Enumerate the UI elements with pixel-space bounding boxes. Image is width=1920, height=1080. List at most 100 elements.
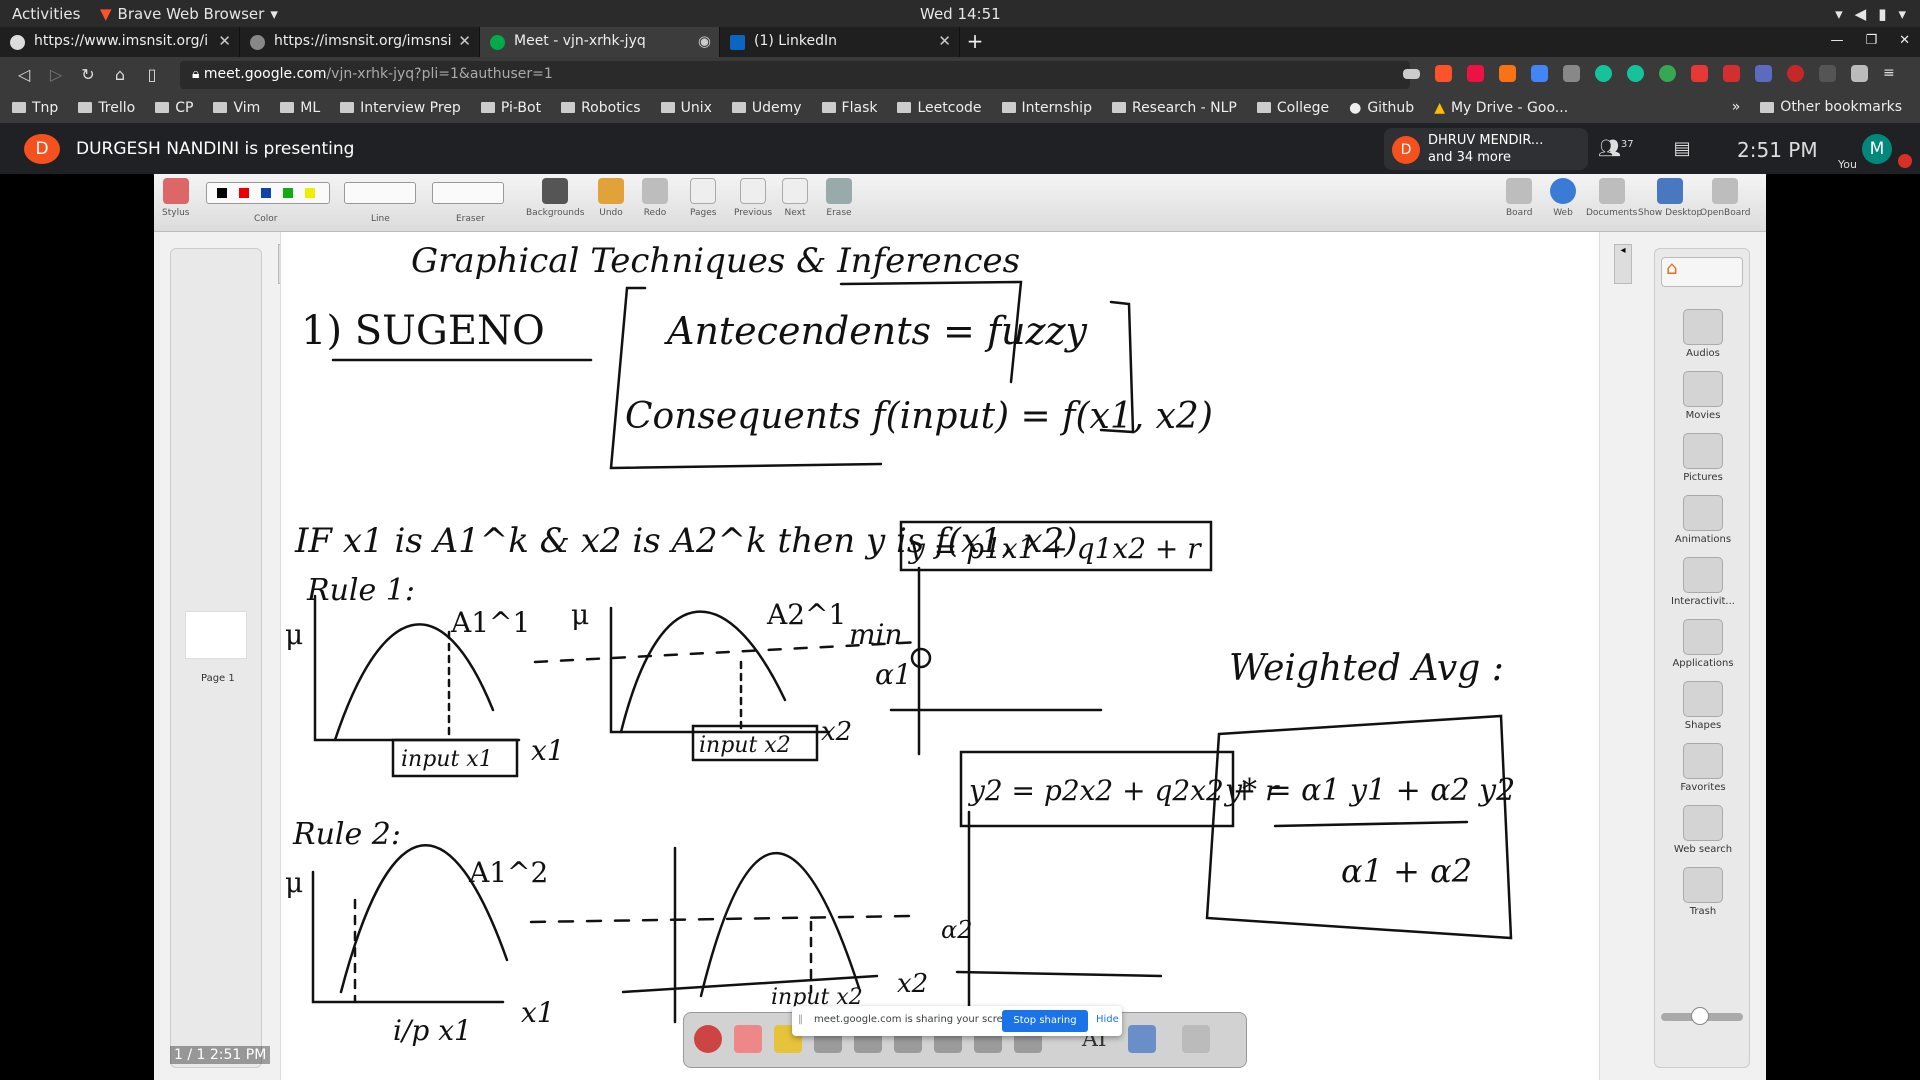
more-bookmarks-button[interactable]: » [1732,99,1741,115]
line-width-picker[interactable] [344,182,416,204]
activities-button[interactable]: Activities [12,5,80,23]
web-mode-button[interactable]: Web [1550,178,1576,218]
capture-tool-icon[interactable] [1128,1025,1156,1053]
library-shapes[interactable]: Shapes [1655,681,1751,731]
menu-icon[interactable]: ≡ [1883,65,1900,82]
bookmark-tnp[interactable]: Tnp [12,100,58,116]
bookmark-flask[interactable]: Flask [821,100,877,116]
next-page-button[interactable]: Next [782,178,808,218]
home-icon[interactable]: ⌂ [1661,257,1743,287]
backgrounds-tool[interactable]: Backgrounds [526,178,584,218]
bookmark-ml[interactable]: ML [280,100,320,116]
bookmark-icon[interactable]: ▯ [136,65,168,84]
show-desktop-button[interactable]: Show Desktop [1638,178,1702,218]
extension-icon[interactable] [1659,65,1676,82]
close-icon[interactable]: ✕ [218,32,231,50]
color-blue[interactable] [261,188,271,198]
people-icon[interactable]: 👥︎37 [1598,138,1634,159]
stop-sharing-button[interactable]: Stop sharing [1002,1010,1088,1032]
slider-knob[interactable] [1691,1007,1709,1025]
home-icon[interactable]: ⌂ [104,65,136,84]
library-pictures[interactable]: Pictures [1655,433,1751,483]
redo-button[interactable]: Redo [642,178,668,218]
system-tray[interactable]: ▾ ◀ ▮ ▾ [1835,5,1906,23]
drag-handle-icon[interactable]: ‖ [798,1014,803,1025]
camera-icon[interactable] [1403,69,1420,79]
extension-icon[interactable] [1755,65,1772,82]
extension-icon[interactable] [1787,65,1804,82]
pages-button[interactable]: Pages [690,178,716,218]
participant-tile[interactable]: D DHRUV MENDIR... and 34 more [1384,128,1588,170]
library-applications[interactable]: Applications [1655,619,1751,669]
extension-badge-icon[interactable] [1819,65,1836,82]
library-movies[interactable]: Movies [1655,371,1751,421]
bookmark-my-drive[interactable]: ▲ My Drive - Goo... [1434,100,1568,116]
bookmark-trello[interactable]: Trello [78,100,135,116]
bookmark-research-nlp[interactable]: Research - NLP [1111,100,1237,116]
openboard-menu-button[interactable]: OpenBoard [1700,178,1751,218]
eraser-size-picker[interactable] [432,182,504,204]
bookmark-college[interactable]: College [1256,100,1329,116]
thumbnail-size-slider[interactable] [1661,1007,1743,1025]
system-clock[interactable]: Wed 14:51 [920,5,1001,23]
bookmark-unix[interactable]: Unix [660,100,712,116]
eraser-tool-icon[interactable] [734,1025,762,1053]
restore-icon[interactable]: ❐ [1865,33,1877,48]
extension-icon[interactable] [1691,65,1708,82]
puzzle-icon[interactable] [1851,65,1868,82]
whiteboard-canvas[interactable]: Graphical Techniques & Inferences 1) SUG… [280,232,1600,1080]
color-yellow[interactable] [305,188,315,198]
hide-button[interactable]: Hide [1096,1014,1119,1025]
address-bar[interactable]: 🔒︎ meet.google.com/vjn-xrhk-jyq?pli=1&au… [180,60,1410,89]
extension-icon[interactable] [1499,65,1516,82]
board-mode-button[interactable]: Board [1506,178,1532,218]
library-audios[interactable]: Audios [1655,309,1751,359]
color-picker[interactable] [206,182,330,204]
previous-page-button[interactable]: Previous [734,178,772,218]
library-animations[interactable]: Animations [1655,495,1751,545]
chat-icon[interactable]: ▤ [1674,138,1691,159]
bookmark-udemy[interactable]: Udemy [731,100,802,116]
reload-icon[interactable]: ↻ [72,65,104,84]
app-menu[interactable]: ▼ Brave Web Browser ▾ [100,5,278,23]
tab-meet[interactable]: Meet - vjn-xrhk-jyq ◉ [480,27,720,57]
stylus-tool[interactable]: Stylus [162,178,189,218]
color-green[interactable] [283,188,293,198]
keyboard-icon[interactable] [1182,1025,1210,1053]
close-window-icon[interactable]: ✕ [1899,33,1910,48]
bookmark-interview-prep[interactable]: Interview Prep [340,100,461,116]
other-bookmarks[interactable]: Other bookmarks [1760,99,1902,115]
forward-icon[interactable]: ▷ [40,65,72,84]
close-icon[interactable]: ✕ [458,32,471,50]
collapse-right-panel-icon[interactable]: ◂ [1614,244,1632,284]
extension-icon[interactable] [1723,65,1740,82]
minimize-icon[interactable]: — [1830,33,1843,48]
translate-icon[interactable] [1531,65,1548,82]
color-red[interactable] [239,188,249,198]
brave-shields-icon[interactable] [1435,65,1452,82]
library-interactivities[interactable]: Interactivit... [1655,557,1751,607]
bookmark-cp[interactable]: CP [155,100,193,116]
undo-button[interactable]: Undo [598,178,624,218]
tab-imsnsit-1[interactable]: https://www.imsnsit.org/i ✕ [0,27,240,57]
tab-linkedin[interactable]: (1) LinkedIn ✕ [720,27,960,57]
bookmark-github[interactable]: ● Github [1349,100,1414,116]
grammarly-icon[interactable] [1627,65,1644,82]
library-favorites[interactable]: Favorites [1655,743,1751,793]
back-icon[interactable]: ◁ [8,65,40,84]
pen-tool-icon[interactable] [694,1025,722,1053]
bookmark-vim[interactable]: Vim [213,100,260,116]
documents-button[interactable]: Documents [1586,178,1637,218]
tab-imsnsit-2[interactable]: https://imsnsit.org/imsnsi ✕ [240,27,480,57]
library-trash[interactable]: Trash [1655,867,1751,917]
bookmark-pi-bot[interactable]: Pi-Bot [480,100,541,116]
close-icon[interactable]: ✕ [938,32,951,50]
library-web-search[interactable]: Web search [1655,805,1751,855]
erase-button[interactable]: Erase [826,178,852,218]
bookmark-robotics[interactable]: Robotics [561,100,641,116]
bookmark-internship[interactable]: Internship [1001,100,1092,116]
bookmark-leetcode[interactable]: Leetcode [897,100,982,116]
page-thumbnail[interactable] [185,611,247,659]
color-black[interactable] [217,188,227,198]
brave-rewards-icon[interactable] [1467,65,1484,82]
